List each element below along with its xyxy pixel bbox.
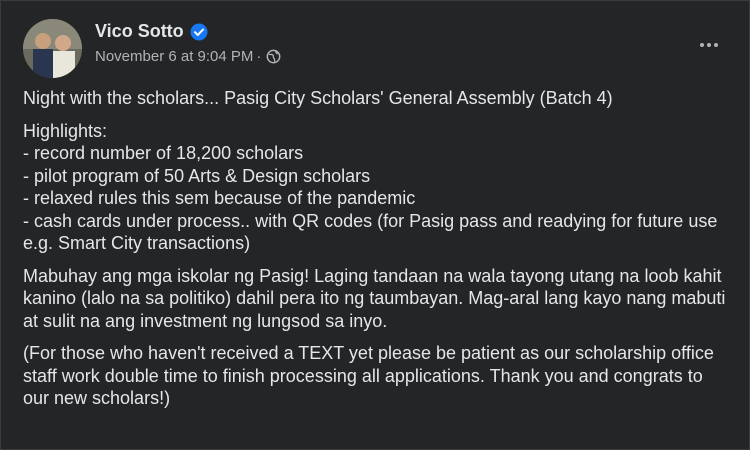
more-dot bbox=[707, 43, 711, 47]
globe-icon[interactable] bbox=[266, 49, 281, 64]
post-paragraph: (For those who haven't received a TEXT y… bbox=[23, 343, 714, 408]
avatar-photo bbox=[23, 19, 82, 78]
post-header: Vico Sotto November 6 at 9:04 PM · bbox=[23, 17, 729, 78]
post-meta: November 6 at 9:04 PM · bbox=[95, 48, 281, 65]
post-body: Night with the scholars... Pasig City Sc… bbox=[23, 87, 733, 420]
more-options-icon[interactable] bbox=[691, 35, 727, 55]
meta-separator: · bbox=[256, 48, 262, 65]
post-paragraph: Night with the scholars... Pasig City Sc… bbox=[23, 88, 613, 108]
post-paragraph: Mabuhay ang mga iskolar ng Pasig! Laging… bbox=[23, 265, 726, 331]
more-dot bbox=[700, 43, 704, 47]
author-row: Vico Sotto bbox=[95, 21, 208, 42]
avatar[interactable] bbox=[23, 19, 82, 78]
post-paragraph: Highlights: - record number of 18,200 sc… bbox=[23, 120, 718, 254]
verified-badge-icon bbox=[190, 23, 208, 40]
author-name[interactable]: Vico Sotto bbox=[95, 21, 184, 42]
post-card: Vico Sotto November 6 at 9:04 PM · Night… bbox=[0, 0, 750, 450]
post-timestamp[interactable]: November 6 at 9:04 PM bbox=[95, 48, 253, 65]
more-dot bbox=[714, 43, 718, 47]
